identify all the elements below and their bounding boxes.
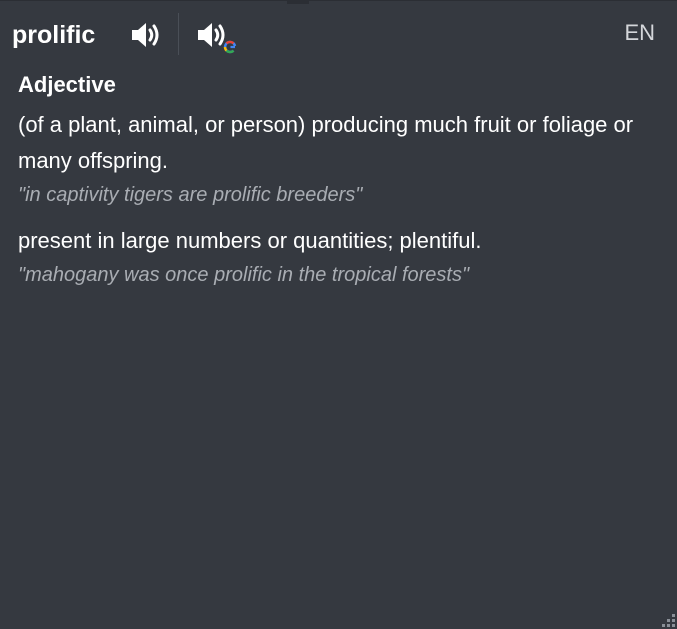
- headword: prolific: [12, 21, 96, 49]
- speaker-icon: [132, 23, 159, 47]
- language-selector[interactable]: EN: [624, 21, 655, 45]
- sense-item: (of a plant, animal, or person) producin…: [18, 107, 658, 211]
- dictionary-popup: prolific EN Adjective (of a plant, anima…: [0, 0, 677, 629]
- google-pronounce-button[interactable]: [195, 19, 237, 55]
- sense-item: present in large numbers or quantities; …: [18, 223, 658, 291]
- sense-example: "mahogany was once prolific in the tropi…: [18, 264, 470, 286]
- sense-example: "in captivity tigers are prolific breede…: [18, 184, 363, 206]
- header-divider: [178, 13, 179, 55]
- part-of-speech: Adjective: [18, 72, 116, 97]
- google-speaker-icon: [198, 23, 237, 54]
- definition-content: Adjective (of a plant, animal, or person…: [18, 71, 658, 303]
- sense-definition: present in large numbers or quantities; …: [18, 228, 482, 253]
- pronounce-button[interactable]: [129, 19, 161, 51]
- popup-header: prolific EN: [0, 1, 677, 63]
- sense-definition: (of a plant, animal, or person) producin…: [18, 112, 634, 173]
- resize-grip-icon[interactable]: [661, 613, 675, 627]
